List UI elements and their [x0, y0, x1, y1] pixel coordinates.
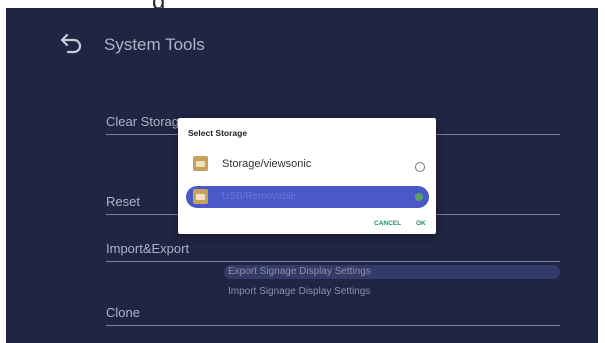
submenu-item-import[interactable]: Import Signage Display Settings — [228, 286, 370, 297]
select-storage-dialog: Select Storage Storage/viewsonic USB/Rem… — [178, 118, 436, 234]
ok-button[interactable]: OK — [416, 220, 426, 227]
folder-icon — [193, 189, 208, 204]
menu-divider — [106, 325, 560, 326]
menu-item-clear-storage[interactable]: Clear Storag — [106, 114, 179, 129]
menu-item-import-export[interactable]: Import&Export — [106, 241, 189, 256]
dialog-title: Select Storage — [188, 128, 248, 138]
back-arrow-icon[interactable] — [58, 30, 84, 56]
radio-selected-icon[interactable] — [415, 193, 423, 201]
folder-icon — [193, 156, 208, 171]
radio-unselected-icon[interactable] — [415, 162, 425, 172]
menu-divider — [106, 261, 560, 262]
page-title: System Tools — [104, 35, 205, 54]
menu-item-clone[interactable]: Clone — [106, 305, 140, 320]
storage-option-label: Storage/viewsonic — [222, 158, 312, 170]
menu-item-reset[interactable]: Reset — [106, 194, 140, 209]
system-tools-screen: System Tools Clear Storag Reset Import&E… — [6, 8, 598, 343]
submenu-item-export[interactable]: Export Signage Display Settings — [228, 266, 371, 277]
storage-option-label: USB/Removable — [222, 191, 296, 202]
cancel-button[interactable]: CANCEL — [374, 220, 401, 227]
